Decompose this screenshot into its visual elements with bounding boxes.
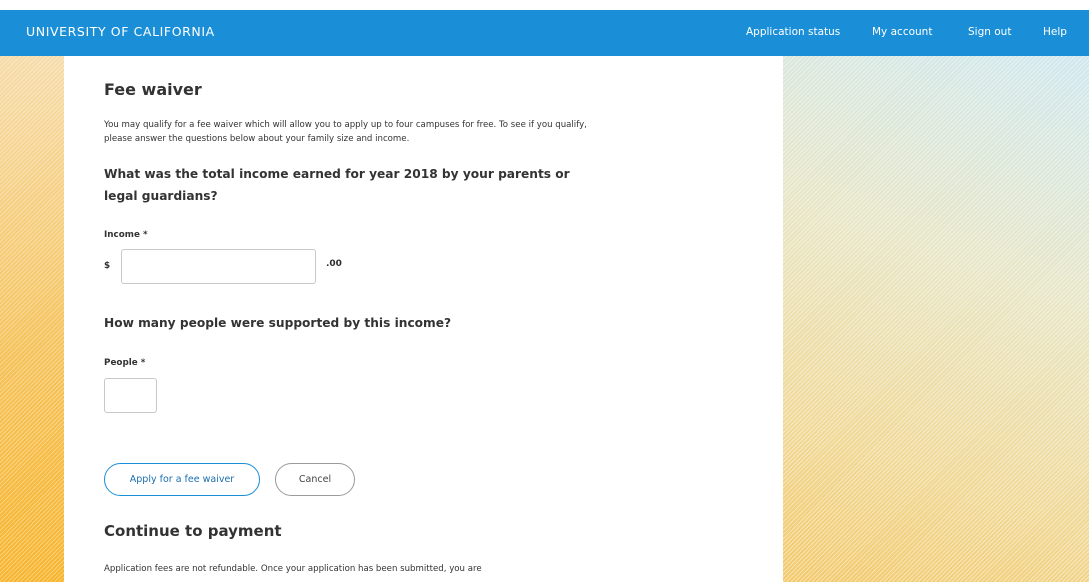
- nav-application-status-link[interactable]: Application status: [746, 26, 840, 38]
- people-input[interactable]: [104, 378, 157, 413]
- income-question: What was the total income earned for yea…: [104, 167, 570, 203]
- fee-waiver-intro: You may qualify for a fee waiver which w…: [104, 120, 587, 144]
- income-label: Income *: [104, 230, 148, 240]
- brand-title: UNIVERSITY OF CALIFORNIA: [26, 24, 215, 39]
- people-question: How many people were supported by this i…: [104, 316, 452, 330]
- payment-notice: Application fees are not refundable. Onc…: [104, 564, 482, 574]
- people-label: People *: [104, 358, 146, 368]
- left-decorative-stripe: [0, 56, 64, 582]
- main-content: Fee waiver You may qualify for a fee wai…: [64, 56, 783, 582]
- apply-fee-waiver-button[interactable]: Apply for a fee waiver: [104, 463, 260, 496]
- top-margin: [0, 0, 1089, 10]
- continue-to-payment-heading: Continue to payment: [104, 522, 282, 540]
- right-decorative-panel: [783, 56, 1089, 582]
- nav-my-account-link[interactable]: My account: [872, 26, 932, 38]
- nav-sign-out-link[interactable]: Sign out: [968, 26, 1011, 38]
- cancel-button[interactable]: Cancel: [275, 463, 355, 496]
- top-navigation-bar: UNIVERSITY OF CALIFORNIA Application sta…: [0, 10, 1089, 56]
- cents-suffix: .00: [326, 259, 342, 269]
- fee-waiver-heading: Fee waiver: [104, 80, 202, 99]
- currency-symbol: $: [104, 261, 111, 271]
- income-input[interactable]: [121, 249, 316, 284]
- nav-help-link[interactable]: Help: [1043, 26, 1067, 38]
